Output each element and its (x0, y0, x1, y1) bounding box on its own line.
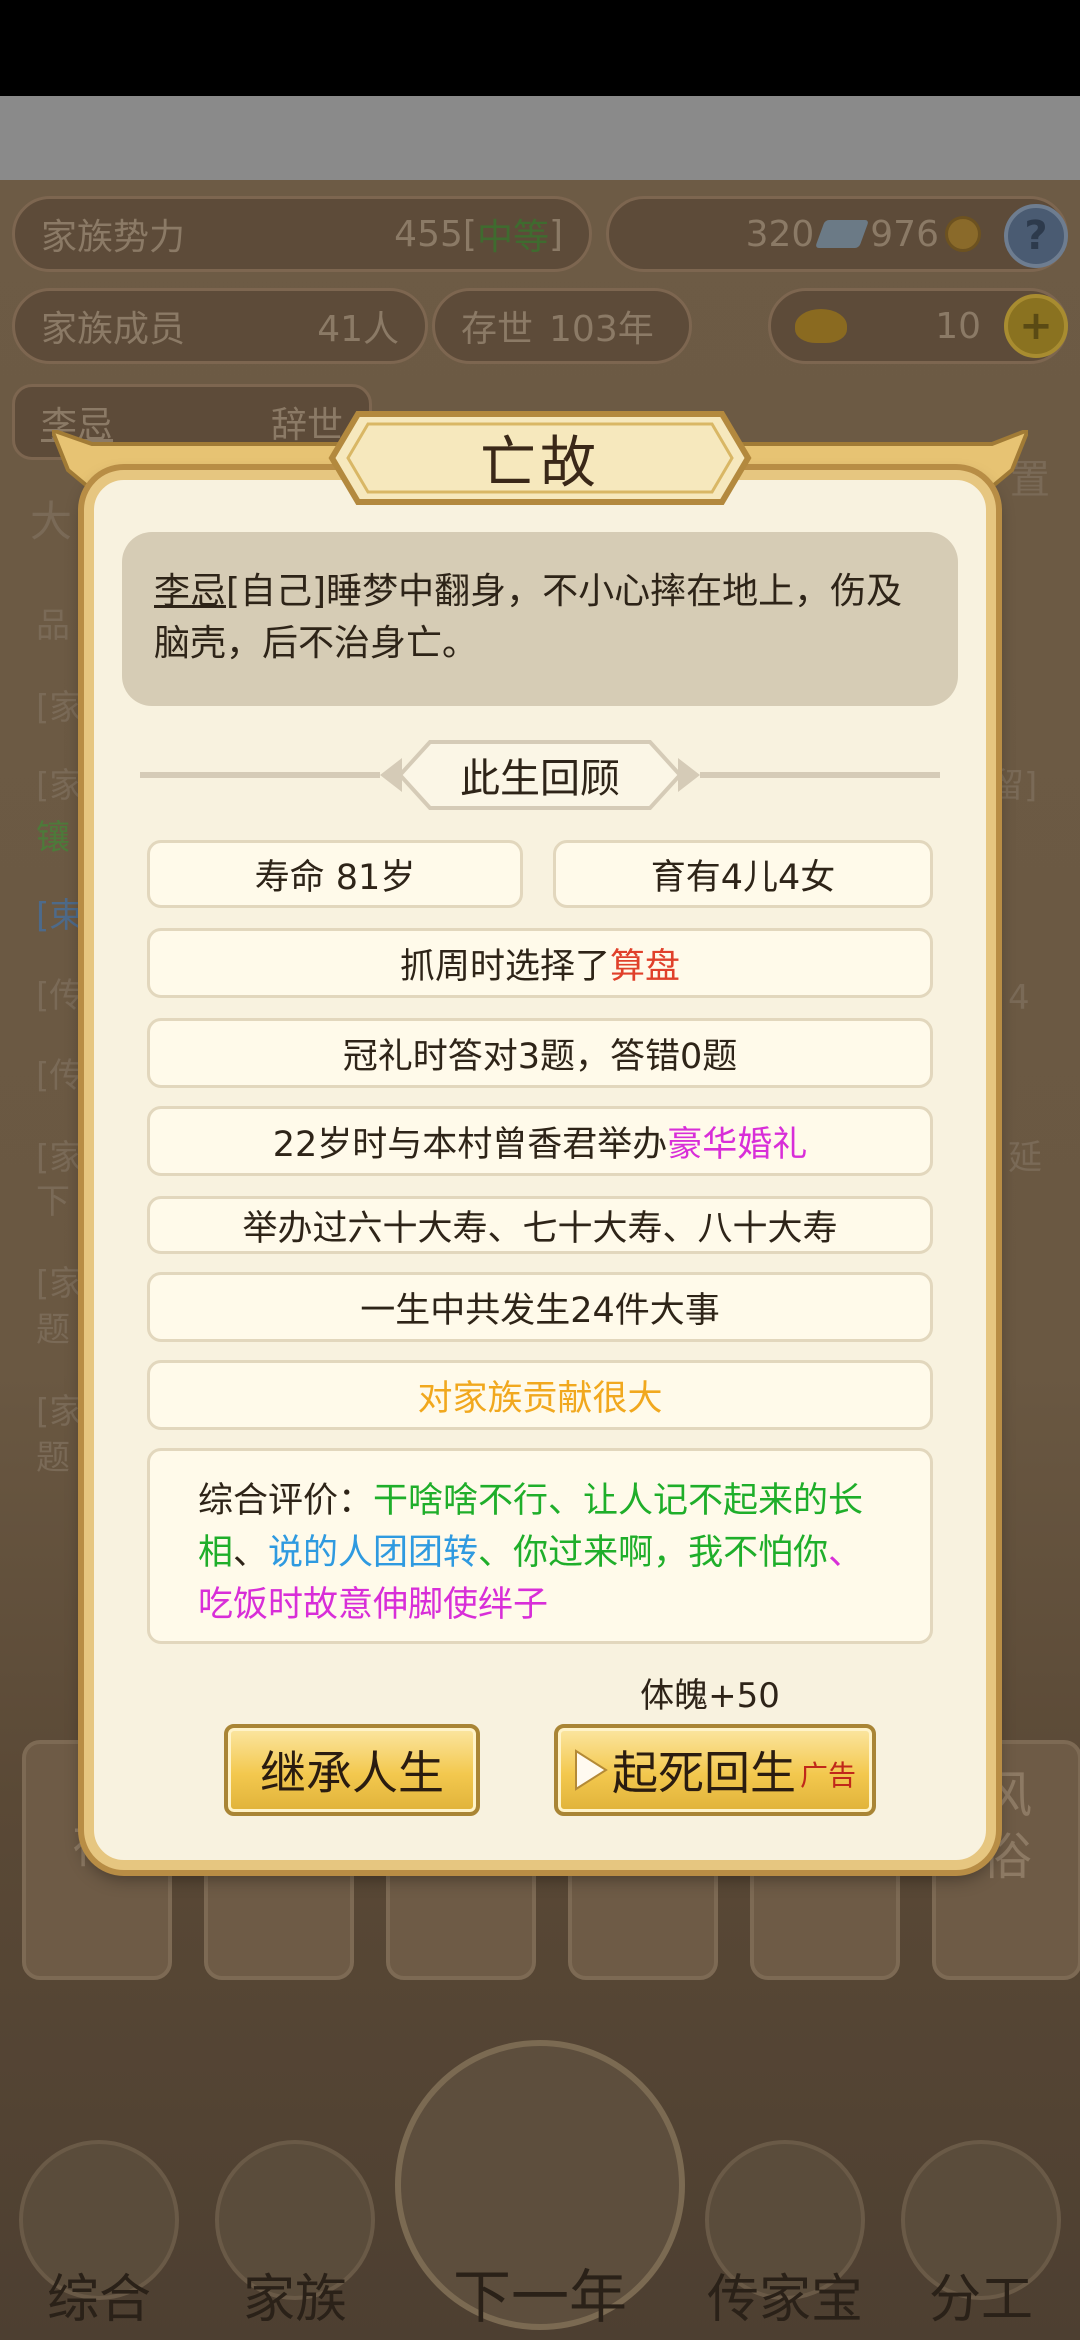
children-card: 育有4儿4女 (553, 840, 933, 908)
death-event-text: [自己]睡梦中翻身，不小心摔在地上，伤及脑壳，后不治身亡。 (154, 571, 903, 664)
nav-division[interactable]: 分工 (896, 2140, 1066, 2340)
nav-overview[interactable]: 综合 (14, 2140, 184, 2340)
coin-icon (945, 216, 981, 252)
lifespan-card: 寿命 81岁 (147, 840, 523, 908)
nav-family-label: 家族 (242, 2270, 347, 2330)
ad-tag: 广告 (799, 1759, 856, 1792)
inherit-life-button[interactable]: 继承人生 (224, 1724, 480, 1816)
summary-trait: 吃饭时故意伸脚使绊子 (198, 1585, 549, 1625)
summary-separator: 、 (233, 1533, 269, 1573)
death-event-description: 李忌[自己]睡梦中翻身，不小心摔在地上，伤及脑壳，后不治身亡。 (122, 532, 958, 706)
zhuazhou-item: 算盘 (610, 946, 681, 987)
family-power-close: ] (548, 213, 563, 255)
silver-icon (815, 220, 870, 248)
members-label: 家族成员 (41, 309, 186, 350)
play-icon (574, 1749, 608, 1791)
gold-ingot-icon (795, 309, 847, 343)
add-gold-icon[interactable]: + (1004, 294, 1068, 358)
summary-separator: 、 (828, 1533, 864, 1573)
summary-label: 综合评价： (198, 1481, 374, 1521)
help-icon[interactable]: ? (1004, 204, 1068, 268)
wedding-text: 22岁时与本村曾香君举办 (272, 1124, 668, 1165)
revive-reward-text: 体魄+50 (640, 1676, 780, 1716)
summary-trait: 说的人团团转 (268, 1533, 479, 1573)
guanli-card: 冠礼时答对3题，答错0题 (147, 1018, 933, 1088)
members-value: 41人 (317, 309, 399, 350)
nav-heirloom-label: 传家宝 (706, 2270, 863, 2330)
summary-card: 综合评价：干啥啥不行、让人记不起来的长相、说的人团团转、你过来啊，我不怕你、吃饭… (147, 1448, 933, 1644)
zhuazhou-card: 抓周时选择了 算盘 (147, 928, 933, 998)
family-power-stat: 家族势力 455[ 中等 ] (12, 196, 592, 272)
zhuazhou-text: 抓周时选择了 (399, 946, 610, 987)
summary-trait: 你过来啊，我不怕你 (513, 1533, 829, 1573)
summary-separator: 、 (478, 1533, 514, 1573)
family-power-rank: 中等 (476, 217, 549, 258)
summary-separator: 、 (548, 1481, 584, 1521)
gold-value: 10 (935, 305, 981, 347)
birthdays-text: 举办过六十大寿、七十大寿、八十大寿 (242, 1208, 838, 1249)
nav-next-year-label: 下一年 (452, 2263, 627, 2331)
contribution-text: 对家族贡献很大 (417, 1378, 663, 1419)
years-stat: 存世 103年 (432, 288, 692, 364)
wedding-type: 豪华婚礼 (667, 1124, 808, 1165)
status-bar (0, 0, 1080, 96)
coin-value: 976 (870, 213, 939, 255)
lifespan-text: 寿命 81岁 (254, 857, 416, 898)
dialog-title: 亡故 (480, 430, 600, 496)
revive-label: 起死回生 (611, 1746, 796, 1800)
deceased-name-link[interactable]: 李忌 (154, 571, 226, 612)
nav-overview-label: 综合 (46, 2270, 151, 2330)
years-value: 103年 (549, 309, 654, 350)
birthdays-card: 举办过六十大寿、七十大寿、八十大寿 (147, 1196, 933, 1254)
silver-value: 320 (745, 213, 815, 255)
nav-division-label: 分工 (928, 2270, 1033, 2330)
nav-heirloom[interactable]: 传家宝 (700, 2140, 870, 2340)
contribution-card: 对家族贡献很大 (147, 1360, 933, 1430)
summary-trait: 干啥啥不行 (373, 1481, 549, 1521)
children-text: 育有4儿4女 (650, 857, 836, 898)
events-card: 一生中共发生24件大事 (147, 1272, 933, 1342)
family-power-label: 家族势力 (41, 217, 186, 258)
years-label: 存世 (461, 309, 534, 350)
top-header-band (0, 96, 1080, 180)
currency-stat: 320 976 (606, 196, 1068, 272)
guanli-text: 冠礼时答对3题，答错0题 (342, 1036, 738, 1077)
inherit-life-label: 继承人生 (260, 1746, 444, 1800)
family-power-value: 455[ (394, 213, 477, 255)
wedding-card: 22岁时与本村曾香君举办 豪华婚礼 (147, 1106, 933, 1176)
nav-family[interactable]: 家族 (210, 2140, 380, 2340)
family-members-stat: 家族成员 41人 (12, 288, 428, 364)
revive-ad-button[interactable]: 起死回生 广告 (554, 1724, 876, 1816)
review-title: 此生回顾 (460, 756, 620, 802)
events-text: 一生中共发生24件大事 (360, 1290, 720, 1331)
